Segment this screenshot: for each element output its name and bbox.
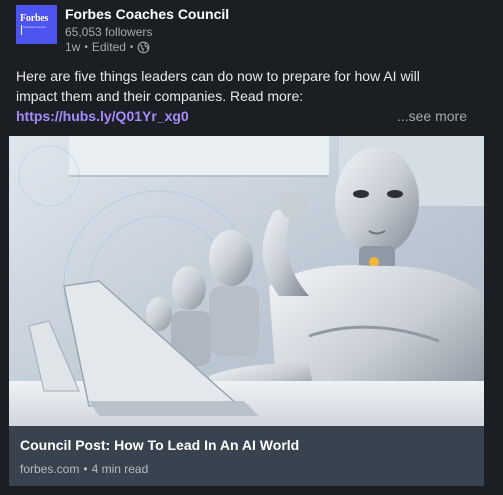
article-source: forbes.com • 4 min read: [20, 462, 149, 476]
post-age: 1w: [65, 40, 81, 54]
article-title[interactable]: Council Post: How To Lead In An AI World: [20, 437, 299, 453]
article-preview[interactable]: Council Post: How To Lead In An AI World…: [9, 426, 484, 486]
edited-label: Edited: [91, 40, 126, 54]
org-name-link[interactable]: Forbes Coaches Council: [65, 6, 229, 22]
article-read-time: 4 min read: [91, 462, 149, 476]
post-meta: 1w • Edited •: [65, 40, 150, 54]
article-image[interactable]: [9, 136, 484, 426]
see-more-button[interactable]: ...see more: [397, 106, 467, 126]
article-domain: forbes.com: [20, 462, 80, 476]
logo-sub-text: Coaches Council: [23, 25, 46, 29]
post-link[interactable]: https://hubs.ly/Q01Yr_xg0: [16, 106, 189, 126]
globe-icon: [138, 41, 150, 53]
robot-illustration: [9, 136, 484, 426]
post-body-text: Here are five things leaders can do now …: [16, 68, 420, 104]
company-logo[interactable]: Forbes Coaches Council: [16, 5, 57, 44]
feed-post-card: Forbes Coaches Council Forbes Coaches Co…: [0, 0, 503, 495]
logo-brand-text: Forbes: [20, 13, 49, 24]
follower-count: 65,053 followers: [65, 25, 153, 39]
